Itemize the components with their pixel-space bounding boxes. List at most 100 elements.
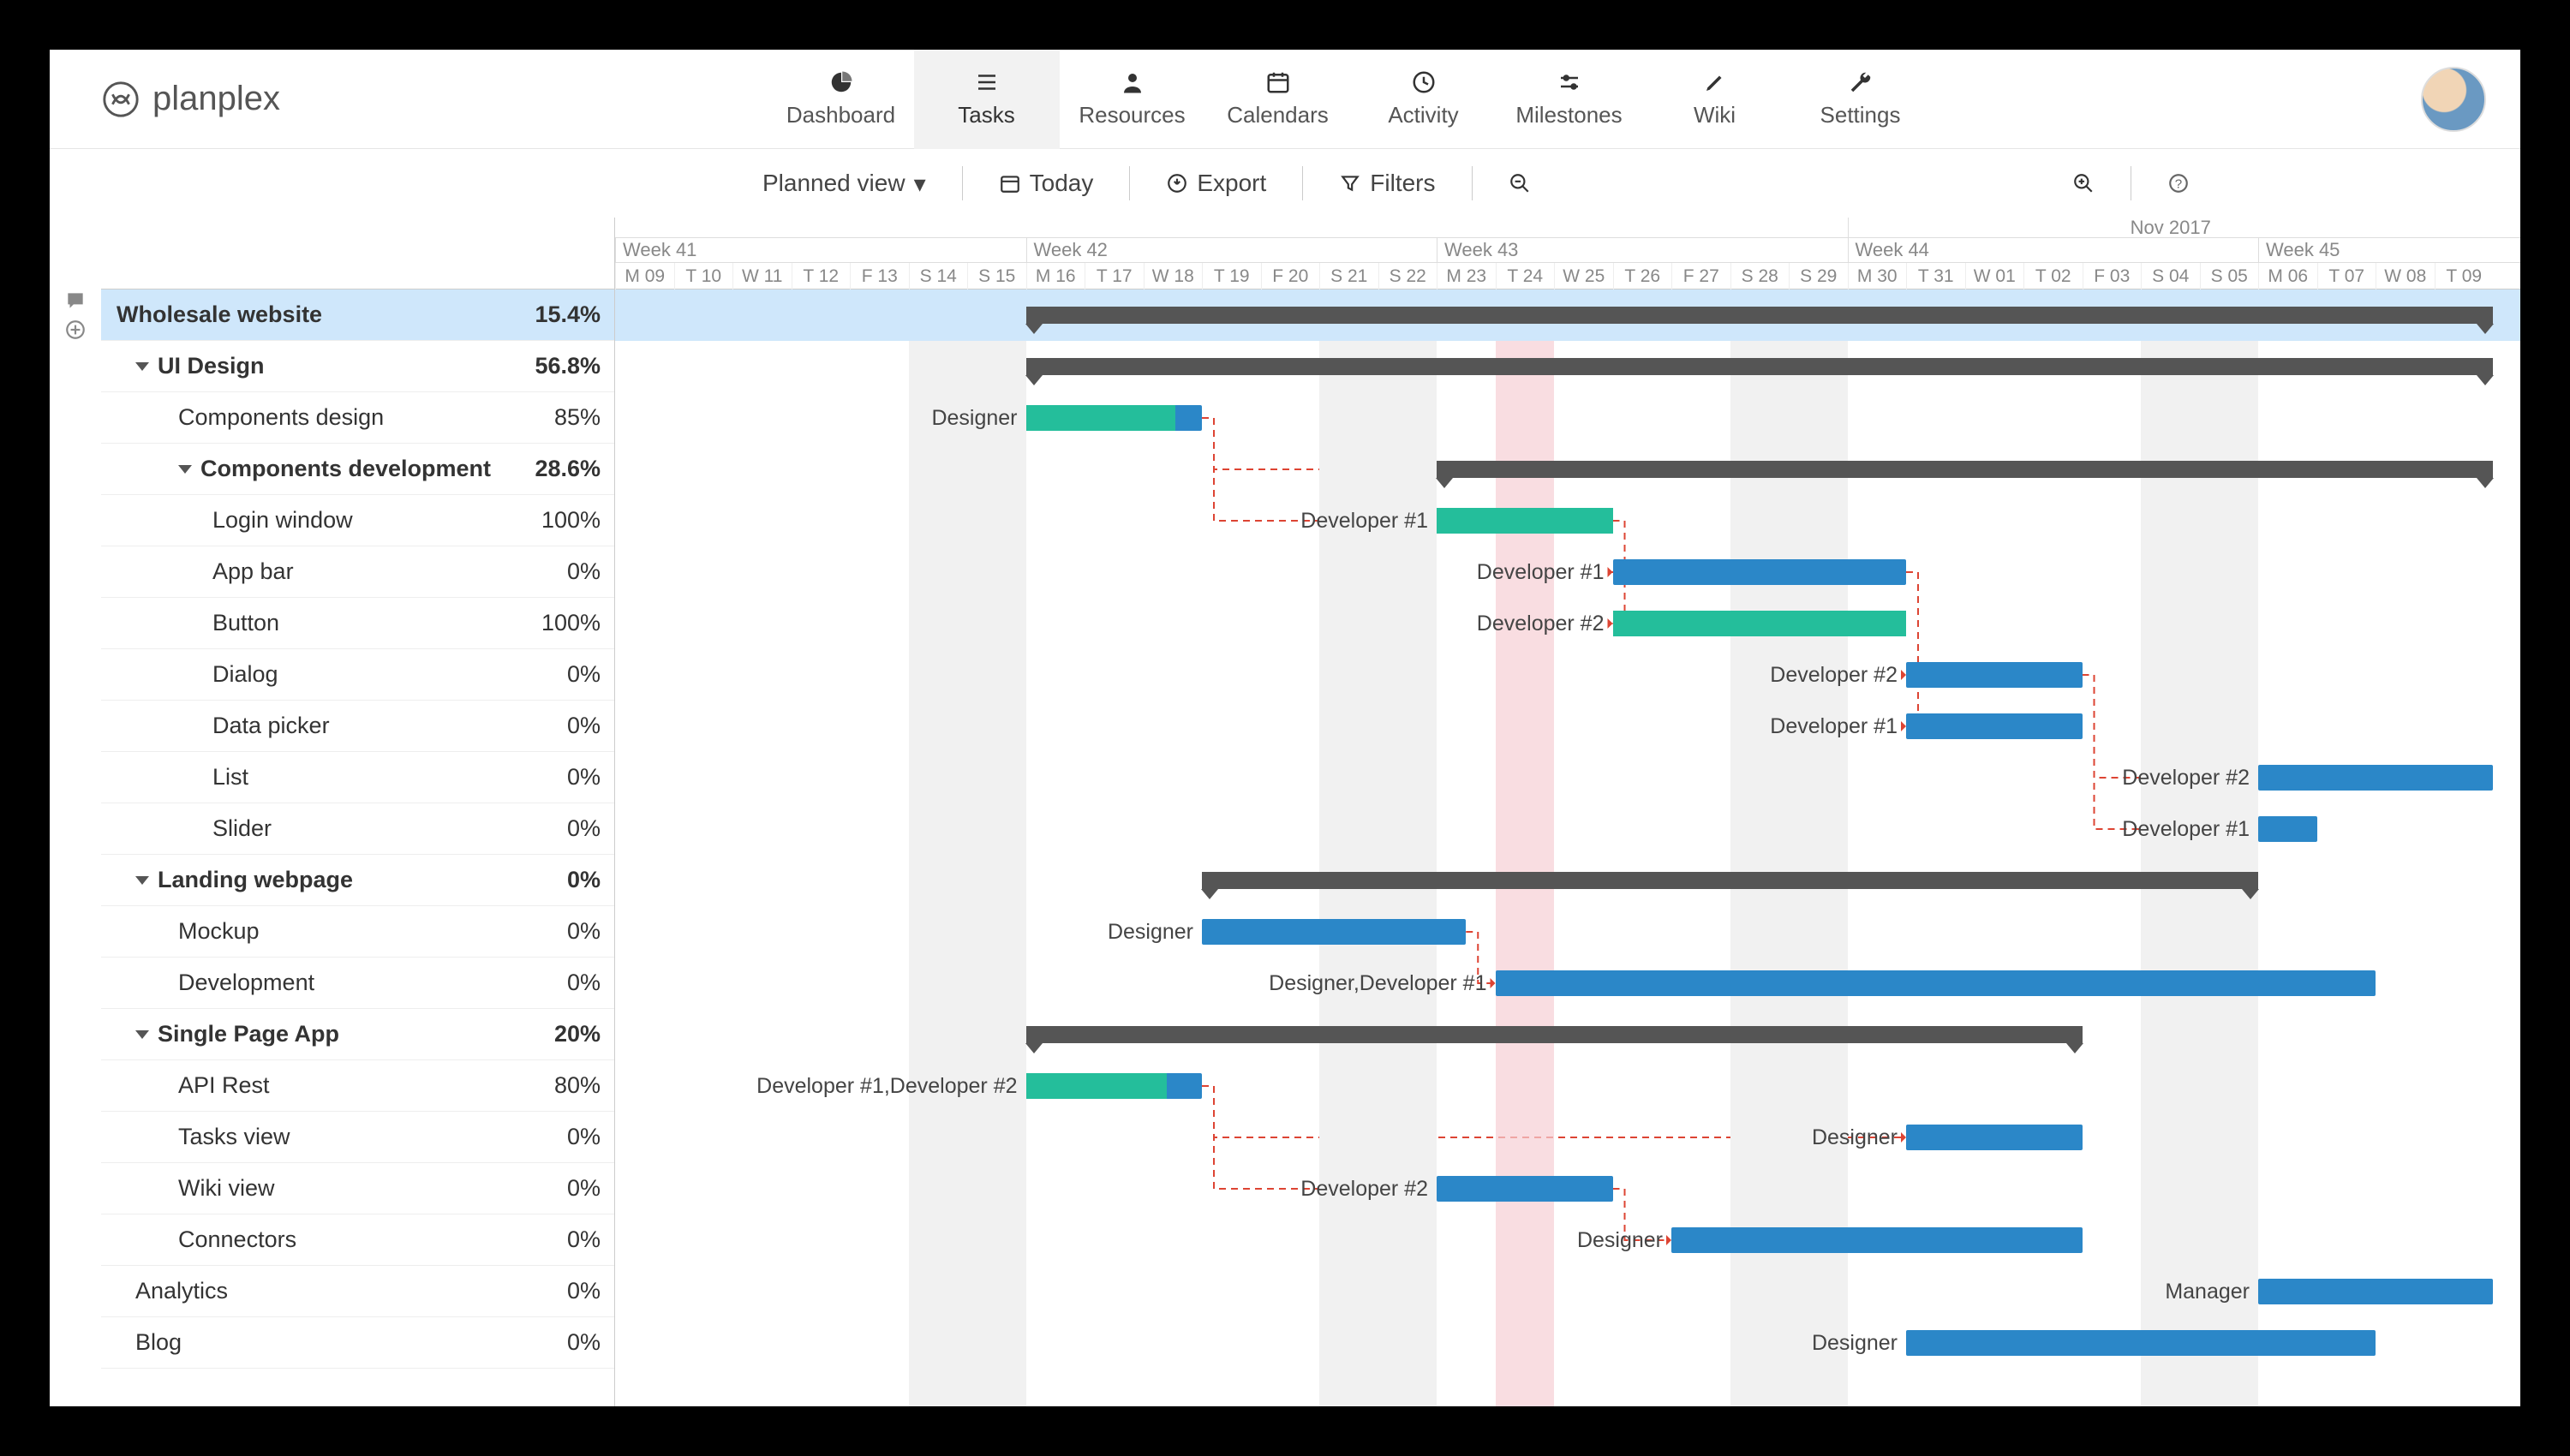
nav-dashboard[interactable]: Dashboard xyxy=(768,50,914,149)
caret-down-icon[interactable] xyxy=(178,465,192,474)
task-row-appbar[interactable]: App bar 0% xyxy=(101,546,614,598)
task-row-slider[interactable]: Slider 0% xyxy=(101,803,614,855)
add-icon[interactable] xyxy=(64,319,87,341)
nav-activity[interactable]: Activity xyxy=(1351,50,1497,149)
task-bar[interactable] xyxy=(1437,508,1613,534)
slider-icon xyxy=(1557,69,1582,95)
nav-calendars[interactable]: Calendars xyxy=(1205,50,1351,149)
comment-icon[interactable] xyxy=(64,289,87,312)
caret-down-icon[interactable] xyxy=(135,876,149,885)
task-row-connectors[interactable]: Connectors 0% xyxy=(101,1214,614,1266)
gantt-row[interactable]: Developer #2 xyxy=(615,598,2520,649)
task-row-button[interactable]: Button 100% xyxy=(101,598,614,649)
gantt-row[interactable]: Designer xyxy=(615,1317,2520,1369)
gantt-row[interactable]: Developer #1 xyxy=(615,495,2520,546)
gantt-row[interactable]: Developer #2 xyxy=(615,1163,2520,1214)
nav-milestones[interactable]: Milestones xyxy=(1497,50,1642,149)
task-row-uidesign[interactable]: UI Design 56.8% xyxy=(101,341,614,392)
task-bar[interactable] xyxy=(1613,611,1907,636)
gantt-row[interactable]: Designer xyxy=(615,1214,2520,1266)
gantt-row[interactable]: Developer #1,Developer #2 xyxy=(615,1060,2520,1112)
gantt-row[interactable]: Designer xyxy=(615,392,2520,444)
summary-bar[interactable] xyxy=(1202,872,2258,889)
avatar[interactable] xyxy=(2421,67,2486,132)
task-bar[interactable] xyxy=(1202,919,1466,945)
nav-settings[interactable]: Settings xyxy=(1788,50,1933,149)
summary-bar[interactable] xyxy=(1026,358,2494,375)
brand[interactable]: planplex xyxy=(101,80,280,119)
summary-bar[interactable] xyxy=(1437,461,2493,478)
task-bar[interactable] xyxy=(1613,559,1907,585)
gantt-row[interactable]: Developer #1 xyxy=(615,803,2520,855)
gantt-timeline[interactable]: Nov 2017 Week 41Week 42Week 43Week 44Wee… xyxy=(615,218,2520,1406)
caret-down-icon[interactable] xyxy=(135,1030,149,1039)
separator xyxy=(1129,166,1130,200)
gantt-row[interactable]: Developer #2 xyxy=(615,752,2520,803)
gantt-row[interactable] xyxy=(615,444,2520,495)
planned-view-dropdown[interactable]: Planned view ▾ xyxy=(752,164,936,203)
task-bar[interactable] xyxy=(1671,1227,2083,1253)
task-row-compdes[interactable]: Components design 85% xyxy=(101,392,614,444)
day-label: T 19 xyxy=(1202,263,1261,289)
task-row-wholesale[interactable]: Wholesale website 15.4% xyxy=(101,289,614,341)
nav-wiki[interactable]: Wiki xyxy=(1642,50,1788,149)
task-row-analytics[interactable]: Analytics 0% xyxy=(101,1266,614,1317)
gantt-row[interactable] xyxy=(615,289,2520,341)
task-bar[interactable] xyxy=(2258,765,2493,791)
day-label: W 01 xyxy=(1965,263,2024,289)
summary-bar[interactable] xyxy=(1026,307,2494,324)
gantt-row[interactable] xyxy=(615,341,2520,392)
task-bar[interactable] xyxy=(1026,1073,1203,1099)
task-row-login[interactable]: Login window 100% xyxy=(101,495,614,546)
gantt-row[interactable] xyxy=(615,855,2520,906)
task-row-dialog[interactable]: Dialog 0% xyxy=(101,649,614,701)
zoom-in-button[interactable] xyxy=(2062,167,2105,200)
gantt-row[interactable]: Developer #1 xyxy=(615,701,2520,752)
task-row-blog[interactable]: Blog 0% xyxy=(101,1317,614,1369)
task-row-datapick[interactable]: Data picker 0% xyxy=(101,701,614,752)
task-row-spa[interactable]: Single Page App 20% xyxy=(101,1009,614,1060)
task-row-list[interactable]: List 0% xyxy=(101,752,614,803)
task-row-compdev[interactable]: Components development 28.6% xyxy=(101,444,614,495)
task-row-tasksview[interactable]: Tasks view 0% xyxy=(101,1112,614,1163)
nav-resources[interactable]: Resources xyxy=(1060,50,1205,149)
task-bar[interactable] xyxy=(1906,1125,2083,1150)
gantt-grid[interactable]: DesignerDeveloper #1Developer #1Develope… xyxy=(615,289,2520,1406)
summary-bar[interactable] xyxy=(1026,1026,2083,1043)
month-label: Nov 2017 xyxy=(1848,218,2494,238)
gantt-row[interactable]: Developer #1 xyxy=(615,546,2520,598)
gantt-row[interactable]: Developer #2 xyxy=(615,649,2520,701)
nav-tasks[interactable]: Tasks xyxy=(914,50,1060,149)
task-row-wikiview[interactable]: Wiki view 0% xyxy=(101,1163,614,1214)
help-button[interactable]: ? xyxy=(2157,167,2200,200)
assignee-label: Developer #1 xyxy=(615,815,2250,843)
task-bar[interactable] xyxy=(2258,1279,2493,1304)
task-bar[interactable] xyxy=(2258,816,2317,842)
task-row-apirest[interactable]: API Rest 80% xyxy=(101,1060,614,1112)
today-button[interactable]: Today xyxy=(989,164,1104,202)
separator xyxy=(962,166,963,200)
gantt-row[interactable]: Designer,Developer #1 xyxy=(615,958,2520,1009)
filters-button[interactable]: Filters xyxy=(1329,164,1445,202)
gantt-row[interactable] xyxy=(615,1009,2520,1060)
caret-down-icon[interactable] xyxy=(135,362,149,371)
main: Wholesale website 15.4%UI Design 56.8%Co… xyxy=(50,218,2520,1406)
task-row-landing[interactable]: Landing webpage 0% xyxy=(101,855,614,906)
task-bar[interactable] xyxy=(1906,662,2083,688)
task-bar[interactable] xyxy=(1496,970,2376,996)
zoom-out-button[interactable] xyxy=(1498,167,1541,200)
task-pct: 0% xyxy=(506,764,601,791)
task-row-mockup[interactable]: Mockup 0% xyxy=(101,906,614,958)
task-row-devland[interactable]: Development 0% xyxy=(101,958,614,1009)
nav-label: Activity xyxy=(1388,102,1458,128)
task-bar[interactable] xyxy=(1026,405,1203,431)
export-button[interactable]: Export xyxy=(1156,164,1276,202)
day-label: M 06 xyxy=(2258,263,2317,289)
gantt-row[interactable]: Designer xyxy=(615,906,2520,958)
task-name: Wholesale website xyxy=(117,301,322,328)
gantt-row[interactable]: Designer xyxy=(615,1112,2520,1163)
task-bar[interactable] xyxy=(1906,713,2083,739)
gantt-row[interactable]: Manager xyxy=(615,1266,2520,1317)
task-bar[interactable] xyxy=(1437,1176,1613,1202)
task-bar[interactable] xyxy=(1906,1330,2376,1356)
